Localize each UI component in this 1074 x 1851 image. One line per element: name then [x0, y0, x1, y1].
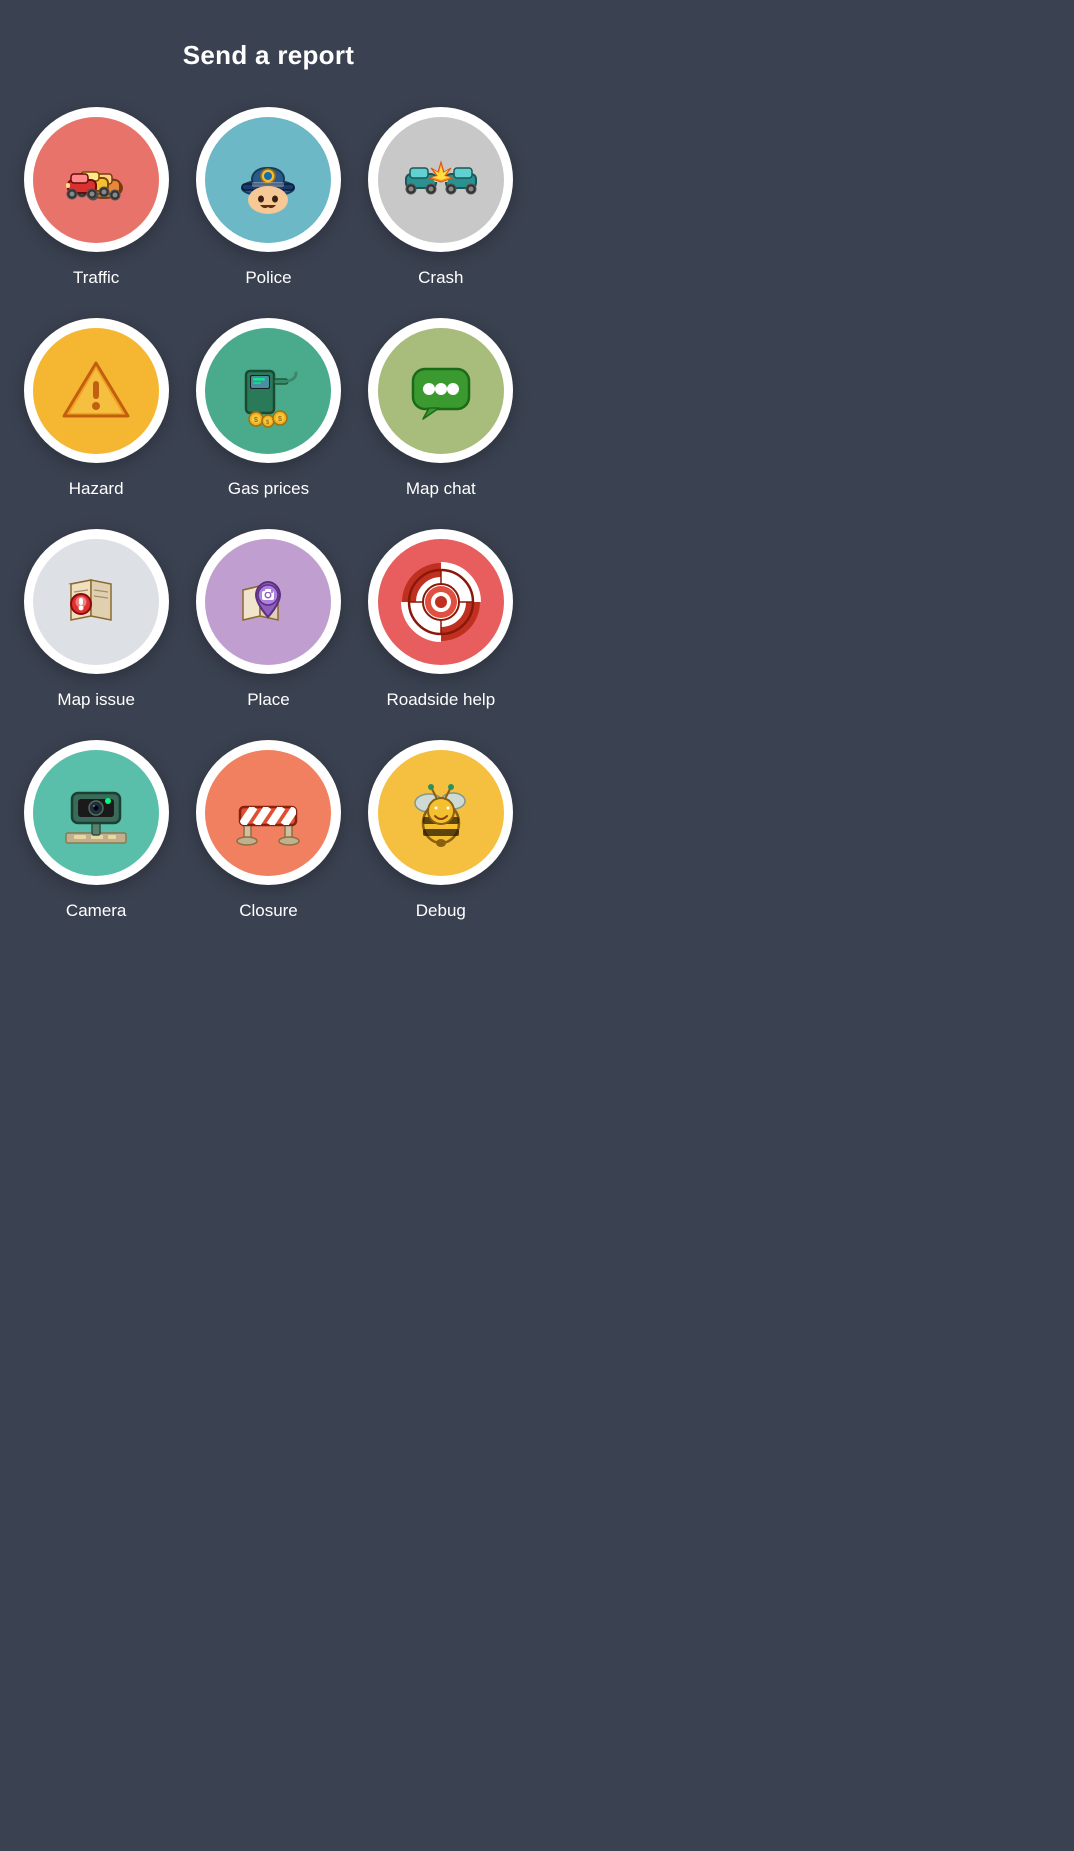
- camera-icon: [56, 773, 136, 853]
- closure-circle: [196, 740, 341, 885]
- mapchat-label: Map chat: [406, 479, 476, 499]
- report-item-debug[interactable]: Debug: [365, 740, 517, 921]
- report-item-police[interactable]: Police: [192, 107, 344, 288]
- mapissue-label: Map issue: [57, 690, 134, 710]
- traffic-circle: [24, 107, 169, 252]
- roadside-label: Roadside help: [386, 690, 495, 710]
- mapissue-icon: [56, 562, 136, 642]
- gas-circle: $ $ $: [196, 318, 341, 463]
- debug-icon-bg: [378, 750, 504, 876]
- place-icon-bg: [205, 539, 331, 665]
- report-item-traffic[interactable]: Traffic: [20, 107, 172, 288]
- police-icon: [228, 140, 308, 220]
- mapissue-icon-bg: [33, 539, 159, 665]
- hazard-icon-bg: [33, 328, 159, 454]
- report-item-gas[interactable]: $ $ $ Gas prices: [192, 318, 344, 499]
- place-icon: [228, 562, 308, 642]
- report-item-roadside[interactable]: Roadside help: [365, 529, 517, 710]
- report-item-closure[interactable]: Closure: [192, 740, 344, 921]
- traffic-label: Traffic: [73, 268, 119, 288]
- report-item-mapchat[interactable]: Map chat: [365, 318, 517, 499]
- debug-icon: [401, 773, 481, 853]
- closure-label: Closure: [239, 901, 298, 921]
- gas-icon: $ $ $: [228, 351, 308, 431]
- report-item-hazard[interactable]: Hazard: [20, 318, 172, 499]
- closure-icon: [228, 773, 308, 853]
- mapchat-icon: [401, 351, 481, 431]
- mapchat-icon-bg: [378, 328, 504, 454]
- camera-circle: [24, 740, 169, 885]
- debug-label: Debug: [416, 901, 466, 921]
- report-item-crash[interactable]: Crash: [365, 107, 517, 288]
- report-grid: Traffic: [20, 107, 517, 921]
- crash-icon: [401, 140, 481, 220]
- crash-label: Crash: [418, 268, 463, 288]
- police-circle: [196, 107, 341, 252]
- hazard-label: Hazard: [69, 479, 124, 499]
- roadside-icon-bg: [378, 539, 504, 665]
- debug-circle: [368, 740, 513, 885]
- place-label: Place: [247, 690, 290, 710]
- police-icon-bg: [205, 117, 331, 243]
- gas-label: Gas prices: [228, 479, 309, 499]
- camera-icon-bg: [33, 750, 159, 876]
- report-item-camera[interactable]: Camera: [20, 740, 172, 921]
- svg-text:$: $: [278, 416, 282, 423]
- svg-text:$: $: [254, 417, 258, 424]
- crash-icon-bg: [378, 117, 504, 243]
- mapchat-circle: [368, 318, 513, 463]
- police-label: Police: [245, 268, 291, 288]
- page-title: Send a report: [183, 40, 355, 71]
- hazard-circle: [24, 318, 169, 463]
- camera-label: Camera: [66, 901, 126, 921]
- report-item-place[interactable]: Place: [192, 529, 344, 710]
- closure-icon-bg: [205, 750, 331, 876]
- crash-circle: [368, 107, 513, 252]
- mapissue-circle: [24, 529, 169, 674]
- gas-icon-bg: $ $ $: [205, 328, 331, 454]
- hazard-icon: [56, 351, 136, 431]
- report-item-mapissue[interactable]: Map issue: [20, 529, 172, 710]
- roadside-circle: [368, 529, 513, 674]
- traffic-icon-bg: [33, 117, 159, 243]
- roadside-icon: [401, 562, 481, 642]
- traffic-icon: [56, 140, 136, 220]
- place-circle: [196, 529, 341, 674]
